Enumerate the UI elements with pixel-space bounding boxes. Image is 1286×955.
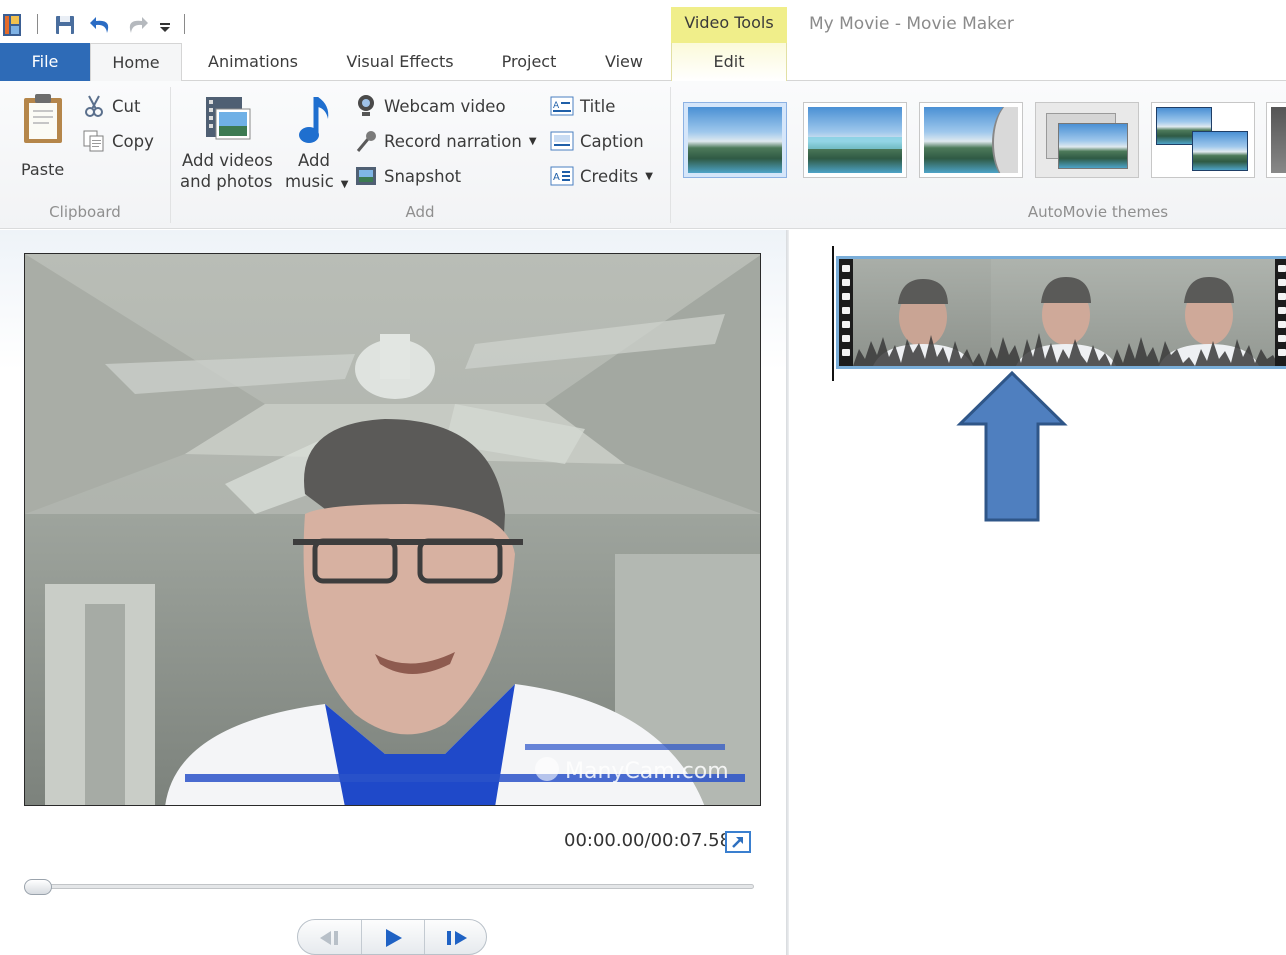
previous-frame-icon: [319, 931, 338, 945]
customize-qat-icon[interactable]: [158, 12, 172, 38]
svg-text:A: A: [553, 172, 560, 183]
title-bar: Video Tools My Movie - Movie Maker: [0, 0, 1286, 43]
audio-waveform: [853, 333, 1286, 366]
callout-up-arrow: [956, 370, 1068, 522]
webcam-icon: [354, 94, 378, 118]
snapshot-button[interactable]: Snapshot: [354, 162, 461, 190]
caption-button[interactable]: Caption: [550, 127, 644, 155]
tab-view[interactable]: View: [590, 43, 658, 81]
tab-project[interactable]: Project: [486, 43, 572, 81]
theme-preview-image: [1192, 131, 1248, 171]
theme-thumbnail[interactable]: [803, 102, 907, 178]
add-music-label-1: Add: [298, 151, 330, 170]
title-label: Title: [580, 96, 616, 116]
webcam-video-button[interactable]: Webcam video: [354, 92, 506, 120]
add-music-label-2: music ▼: [285, 172, 349, 191]
credits-label: Credits: [580, 166, 639, 186]
paste-button[interactable]: Paste: [16, 91, 70, 179]
add-music-button[interactable]: Add music ▼: [284, 91, 349, 195]
ribbon-tab-row: File Home Animations Visual Effects Proj…: [0, 43, 1286, 82]
pane-splitter[interactable]: [786, 230, 789, 955]
paste-label: Paste: [21, 160, 65, 179]
tab-file[interactable]: File: [0, 43, 90, 81]
theme-thumbnail[interactable]: [1035, 102, 1139, 178]
copy-button[interactable]: Copy: [82, 127, 154, 155]
add-group-label: Add: [405, 203, 435, 221]
tab-animations[interactable]: Animations: [190, 43, 316, 81]
video-tools-label: Video Tools: [684, 13, 774, 32]
app-icon[interactable]: [2, 12, 22, 38]
credits-button[interactable]: A Credits ▼: [550, 162, 653, 190]
save-icon[interactable]: [54, 12, 76, 38]
scissors-icon: [82, 94, 106, 118]
theme-preview-image: [924, 107, 1018, 173]
copy-label: Copy: [112, 131, 154, 151]
playback-controls: [297, 919, 487, 955]
theme-thumbnail[interactable]: [1266, 102, 1286, 178]
webcam-video-label: Webcam video: [384, 96, 506, 116]
credits-icon: A: [550, 164, 574, 188]
seek-slider-thumb[interactable]: [24, 879, 52, 895]
record-narration-label: Record narration: [384, 131, 522, 151]
automovie-themes-label: AutoMovie themes: [1027, 203, 1169, 221]
video-tools-context-group: Video Tools: [671, 7, 787, 43]
time-readout: 00:00.00/00:07.58: [564, 830, 732, 851]
cut-label: Cut: [112, 96, 141, 116]
snapshot-label: Snapshot: [384, 166, 462, 186]
add-videos-label-1: Add videos: [182, 151, 273, 170]
title-button[interactable]: A Title: [550, 92, 615, 120]
clipboard-icon: [22, 93, 64, 149]
caption-label: Caption: [580, 131, 644, 151]
undo-icon[interactable]: [88, 12, 114, 38]
cut-button[interactable]: Cut: [82, 92, 140, 120]
watermark-text: ManyCam.com: [565, 759, 729, 784]
title-icon: A: [550, 94, 574, 118]
theme-preview-image: [808, 107, 902, 173]
theme-thumbnail[interactable]: [1151, 102, 1255, 178]
ribbon-home: Paste Cut Copy Clipboard Add videos and …: [0, 81, 1286, 229]
preview-pane: ManyCam.com 00:00.00/00:07.58: [0, 230, 786, 955]
expand-icon: [732, 837, 743, 848]
storyboard-clip[interactable]: [836, 256, 1286, 369]
fullscreen-button[interactable]: [725, 831, 751, 853]
dropdown-arrow-icon: ▼: [528, 135, 537, 147]
microphone-icon: [354, 129, 378, 153]
redo-icon[interactable]: [124, 12, 150, 38]
tab-visual-effects[interactable]: Visual Effects: [330, 43, 470, 81]
dropdown-arrow-icon: ▼: [645, 170, 653, 182]
theme-preview-image: [1271, 107, 1286, 173]
copy-icon: [82, 129, 106, 153]
seek-slider-track[interactable]: [26, 884, 754, 889]
play-button[interactable]: [361, 920, 424, 954]
snapshot-icon: [354, 164, 378, 188]
theme-preview-image: [688, 107, 782, 173]
previous-frame-button[interactable]: [298, 920, 361, 954]
music-note-icon: [296, 93, 336, 153]
dropdown-arrow-icon: ▼: [340, 179, 349, 190]
caption-icon: [550, 129, 574, 153]
next-frame-icon: [446, 931, 467, 945]
theme-thumbnail[interactable]: [683, 102, 787, 178]
play-icon: [386, 929, 402, 947]
window-title: My Movie - Movie Maker: [809, 14, 1014, 34]
film-photo-icon: [204, 95, 252, 149]
add-videos-photos-button[interactable]: Add videos and photos: [180, 91, 280, 195]
theme-thumbnail[interactable]: [919, 102, 1023, 178]
webcam-frame-image: ManyCam.com: [25, 254, 760, 805]
theme-preview-image: [1058, 123, 1128, 169]
workspace: ManyCam.com 00:00.00/00:07.58: [0, 230, 1286, 955]
record-narration-button[interactable]: Record narration ▼: [354, 127, 537, 155]
video-preview[interactable]: ManyCam.com: [24, 253, 761, 806]
next-frame-button[interactable]: [424, 920, 486, 954]
tab-home[interactable]: Home: [90, 43, 182, 82]
film-perforation-left: [839, 259, 853, 366]
svg-text:A: A: [553, 101, 560, 111]
clipboard-group-label: Clipboard: [49, 203, 121, 221]
film-perforation-right: [1275, 259, 1286, 366]
tab-edit[interactable]: Edit: [671, 43, 787, 81]
movie-maker-window: Video Tools My Movie - Movie Maker File …: [0, 0, 1286, 955]
add-videos-label-2: and photos: [180, 172, 273, 191]
playhead-indicator[interactable]: [832, 246, 834, 381]
